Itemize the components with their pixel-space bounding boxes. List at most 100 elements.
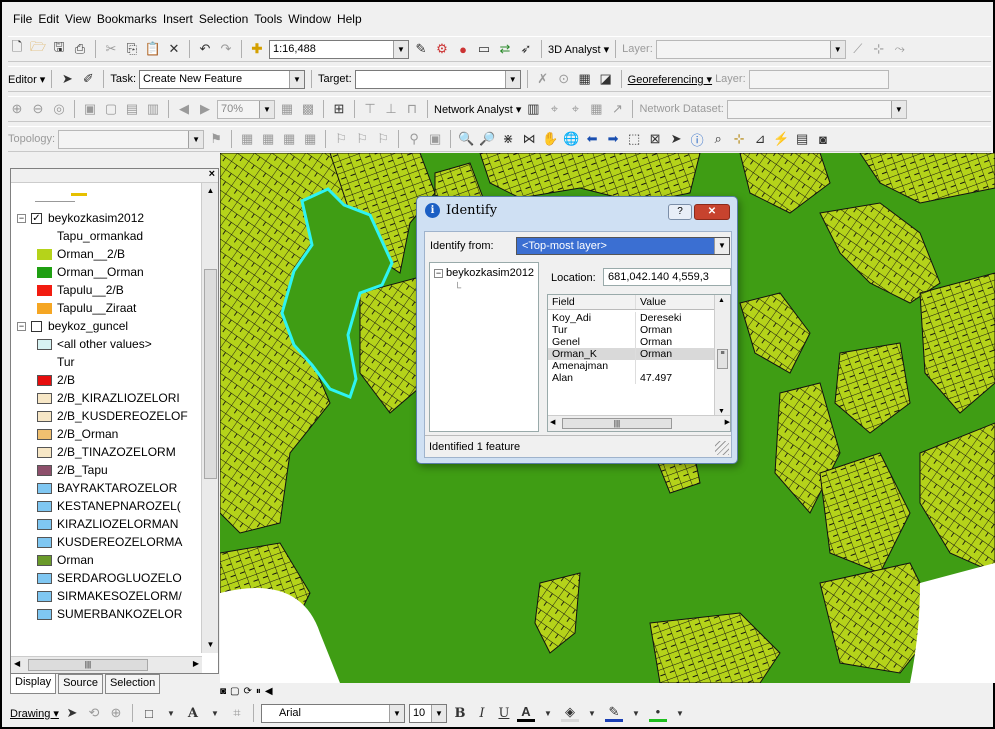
font-color-button[interactable]: A: [516, 704, 535, 722]
legend-item[interactable]: Tapulu__Ziraat: [37, 299, 136, 317]
legend-item[interactable]: Orman__Orman: [37, 263, 144, 281]
menu-file[interactable]: File: [10, 10, 35, 30]
zoom-to-elements-icon[interactable]: ⊕: [107, 704, 125, 722]
topology-tool-icon[interactable]: ▣: [426, 130, 444, 148]
measure-icon[interactable]: ⊿: [751, 130, 769, 148]
rectangle-tool-icon[interactable]: □: [140, 704, 158, 722]
back-arrow-icon[interactable]: ⬅: [583, 130, 601, 148]
command-line-icon[interactable]: ▭: [475, 40, 493, 58]
arctoolbox-icon[interactable]: ⚙: [433, 40, 451, 58]
delete-icon[interactable]: ✕: [165, 40, 183, 58]
scroll-thumb[interactable]: ≡: [717, 349, 728, 369]
legend-item[interactable]: 2/B_KIRAZLIOZELORI: [37, 389, 180, 407]
legend-item[interactable]: KUSDEREOZELORMA: [37, 533, 182, 551]
3d-tool-icon[interactable]: ⟋: [849, 40, 867, 58]
network-dataset-combo[interactable]: ▼: [726, 99, 907, 119]
pause-drawing-icon[interactable]: ⏸: [256, 686, 261, 697]
close-button[interactable]: ✕: [694, 204, 730, 220]
network-tool-icon[interactable]: ⊥: [382, 100, 400, 118]
line-color-icon[interactable]: ✎: [604, 704, 623, 722]
select-elements-icon[interactable]: ➤: [63, 704, 81, 722]
layer-visibility-checkbox[interactable]: ✓: [31, 212, 42, 224]
legend-item[interactable]: 2/B: [37, 371, 75, 389]
scroll-left-icon[interactable]: ◀: [265, 686, 273, 697]
legend-item[interactable]: <all other values>: [37, 335, 152, 353]
save-icon[interactable]: 🖫: [50, 39, 68, 58]
task-combo[interactable]: Create New Feature ▼: [139, 69, 306, 89]
close-icon[interactable]: ×: [209, 168, 215, 180]
print-icon[interactable]: ⎙: [71, 40, 89, 58]
editor-toolbar-icon[interactable]: ✎: [412, 40, 430, 58]
rotate-tool-icon[interactable]: ⊙: [555, 70, 573, 88]
focus-frame-icon[interactable]: ▩: [299, 100, 317, 118]
topology-tool-icon[interactable]: ▦: [259, 130, 277, 148]
table-row[interactable]: Koy_Adi Dereseki: [548, 312, 716, 324]
fixed-zoom-in-icon[interactable]: ⋇: [499, 130, 517, 148]
collapse-icon[interactable]: −: [434, 268, 443, 278]
scroll-right-icon[interactable]: ▶: [725, 418, 730, 426]
menu-selection[interactable]: Selection: [196, 10, 251, 30]
topology-tool-icon[interactable]: ⚐: [353, 130, 371, 148]
legend-item[interactable]: Tapulu__2/B: [37, 281, 124, 299]
menu-window[interactable]: Window: [285, 10, 334, 30]
location-field[interactable]: 681,042.140 4,559,3: [603, 268, 731, 286]
target-combo[interactable]: ▼: [354, 69, 521, 89]
build-network-icon[interactable]: ▦: [587, 100, 605, 118]
paste-icon[interactable]: 📋: [144, 40, 162, 58]
chevron-down-icon[interactable]: ▼: [206, 704, 224, 722]
editor-menu[interactable]: Editor ▾: [8, 73, 45, 86]
fixed-zoom-icon[interactable]: ▤: [123, 100, 141, 118]
legend-item[interactable]: SERDAROGLUOZELO: [37, 569, 182, 587]
directions-icon[interactable]: ↗: [608, 100, 626, 118]
scroll-up-icon[interactable]: ▲: [718, 297, 725, 304]
table-row[interactable]: Amenajman: [548, 360, 716, 372]
help-button[interactable]: ?: [668, 204, 692, 220]
georeferencing-menu[interactable]: Georeferencing ▾: [628, 73, 712, 86]
scroll-down-icon[interactable]: ▼: [718, 408, 725, 415]
rotate-icon[interactable]: ⟲: [85, 704, 103, 722]
legend-item[interactable]: 2/B_KUSDEREOZELOF: [37, 407, 188, 425]
html-popup-icon[interactable]: ▤: [793, 130, 811, 148]
zoom-in-icon[interactable]: 🔍: [457, 130, 475, 148]
legend-item[interactable]: KIRAZLIOZELORMAN: [37, 515, 178, 533]
chevron-down-icon[interactable]: ▼: [583, 704, 601, 722]
drawing-menu[interactable]: Drawing ▾: [10, 707, 59, 720]
network-tool-icon[interactable]: ⊓: [403, 100, 421, 118]
bold-button[interactable]: B: [451, 704, 469, 722]
3d-analyst-menu[interactable]: 3D Analyst ▾: [548, 43, 609, 56]
grid-horizontal-scrollbar[interactable]: ◀ ||| ▶: [548, 415, 730, 431]
cut-icon[interactable]: ✂: [102, 40, 120, 58]
legend-item[interactable]: BAYRAKTAROZELOR: [37, 479, 177, 497]
scroll-down-icon[interactable]: ▼: [202, 637, 219, 653]
zoom-in-page-icon[interactable]: ⊕: [8, 100, 26, 118]
forward-arrow-icon[interactable]: ➡: [604, 130, 622, 148]
zoom-whole-page-icon[interactable]: ▣: [81, 100, 99, 118]
sketch-properties-icon[interactable]: ◪: [597, 70, 615, 88]
edit-pointer-icon[interactable]: ➤: [58, 70, 76, 88]
table-row-selected[interactable]: Orman_K Orman: [548, 348, 716, 360]
page-extent-icon[interactable]: ▥: [144, 100, 162, 118]
scroll-up-icon[interactable]: ▲: [202, 183, 219, 199]
copy-icon[interactable]: ⎘: [123, 40, 141, 58]
tab-source[interactable]: Source: [58, 674, 103, 694]
tab-selection[interactable]: Selection: [104, 674, 161, 694]
menu-insert[interactable]: Insert: [160, 10, 196, 30]
whats-this-icon[interactable]: ➶: [517, 40, 535, 58]
redo-icon[interactable]: ↷: [217, 40, 235, 58]
toc-horizontal-scrollbar[interactable]: ◀ ||| ▶: [11, 656, 202, 673]
forward-extent-icon[interactable]: ▶: [196, 100, 214, 118]
legend-item[interactable]: Orman__2/B: [37, 245, 125, 263]
go-to-xy-icon[interactable]: ⊹: [730, 130, 748, 148]
model-builder-icon[interactable]: ⇄: [496, 40, 514, 58]
chevron-down-icon[interactable]: ▼: [627, 704, 645, 722]
scroll-left-icon[interactable]: ◀: [14, 659, 20, 668]
menu-tools[interactable]: Tools: [251, 10, 285, 30]
collapse-icon[interactable]: −: [17, 213, 26, 223]
topology-tool-icon[interactable]: ▦: [301, 130, 319, 148]
undo-icon[interactable]: ↶: [196, 40, 214, 58]
scroll-thumb[interactable]: |||: [562, 418, 672, 429]
layout-view-icon[interactable]: ▢: [230, 686, 239, 697]
3d-tool-icon[interactable]: ⊹: [870, 40, 888, 58]
topology-tool-icon[interactable]: ⚐: [332, 130, 350, 148]
identify-from-select[interactable]: <Top-most layer> ▼: [516, 237, 730, 255]
